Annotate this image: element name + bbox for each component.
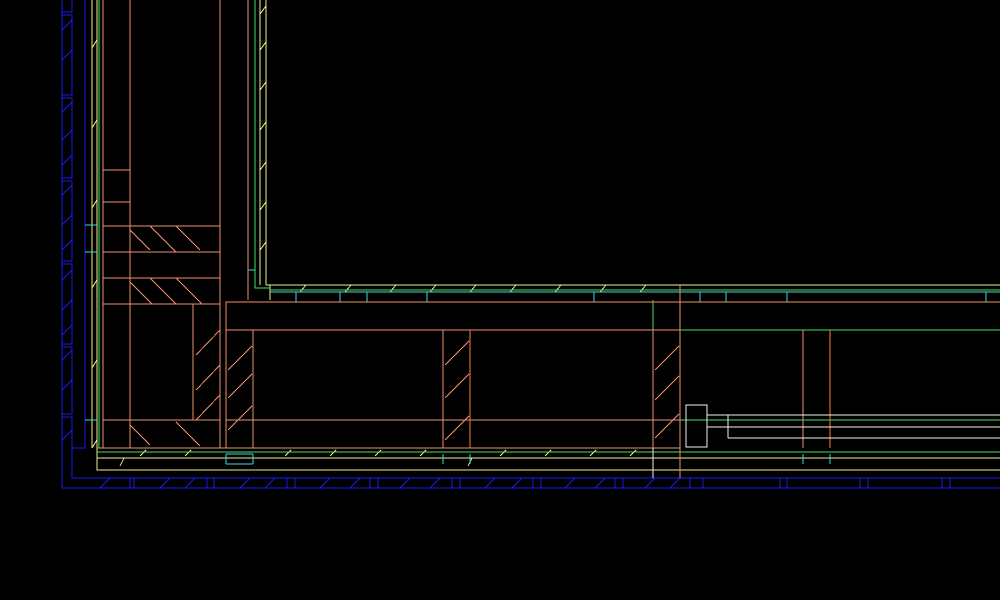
hot-studs <box>469 330 831 448</box>
floor-framing <box>97 285 1000 478</box>
insulation-board-lines <box>85 224 1000 465</box>
wall-blocking-hatch <box>129 225 221 447</box>
wall-floor-section-detail <box>61 0 1000 489</box>
detail-lines <box>652 404 1000 478</box>
foundation-hatch <box>61 19 681 489</box>
floor-finish-hatch <box>119 284 647 467</box>
floor-joist-hatch <box>227 340 680 441</box>
cad-drawing-viewport[interactable] <box>0 0 1000 600</box>
sheathing-hatch <box>91 5 267 449</box>
vapour-barrier-lines <box>97 0 1000 453</box>
wall-sheathing <box>91 0 1000 471</box>
